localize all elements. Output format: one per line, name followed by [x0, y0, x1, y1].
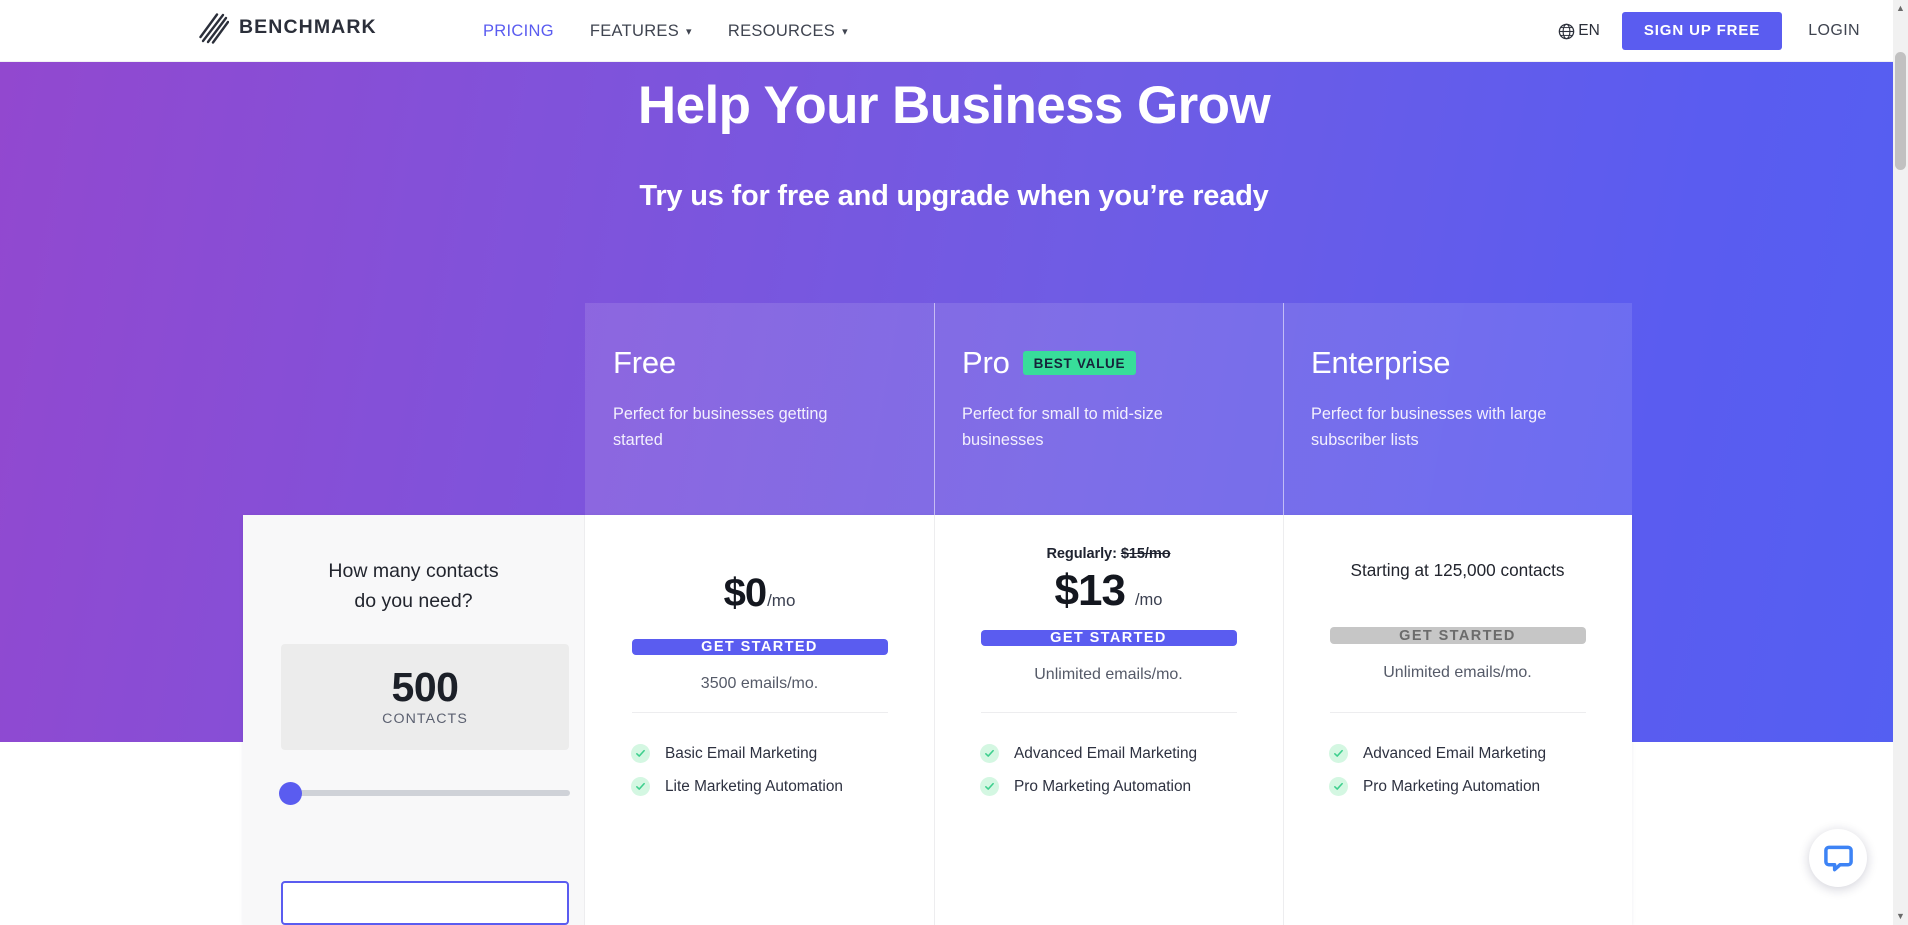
feature-item: Pro Marketing Automation	[980, 770, 1283, 803]
calculator-question-line1: How many contacts	[328, 560, 499, 582]
feature-item: Basic Email Marketing	[631, 737, 934, 770]
plan-header-enterprise: Enterprise Perfect for businesses with l…	[1283, 303, 1632, 515]
contacts-count: 500	[391, 664, 459, 711]
plan-title-pro: Pro	[962, 345, 1010, 380]
live-chat-button[interactable]	[1809, 829, 1867, 887]
chevron-down-icon: ▾	[842, 25, 848, 38]
divider	[631, 712, 888, 713]
plan-title-free: Free	[613, 345, 676, 380]
contacts-slider[interactable]	[279, 782, 570, 806]
check-icon	[1329, 744, 1348, 763]
calculator-question: How many contacts do you need?	[281, 557, 546, 616]
emails-note-enterprise: Unlimited emails/mo.	[1383, 664, 1532, 681]
divider	[980, 712, 1237, 713]
feature-label: Advanced Email Marketing	[1363, 744, 1547, 762]
plan-header-free: Free Perfect for businesses getting star…	[585, 303, 934, 515]
brand-name: BENCHMARK	[239, 16, 377, 39]
contacts-value-box: 500 CONTACTS	[281, 644, 569, 751]
login-link[interactable]: LOGIN	[1808, 22, 1860, 40]
feature-label: Pro Marketing Automation	[1014, 777, 1192, 795]
plan-columns: $0 /mo GET STARTED 3500 emails/mo. Basic…	[585, 515, 1632, 925]
sign-up-free-button[interactable]: SIGN UP FREE	[1621, 12, 1783, 50]
calculator-cta-outline[interactable]	[281, 881, 569, 925]
plan-column-free: $0 /mo GET STARTED 3500 emails/mo. Basic…	[585, 515, 934, 925]
price-zone-free: $0 /mo GET STARTED 3500 emails/mo.	[585, 537, 934, 692]
feature-item: Pro Marketing Automation	[1329, 770, 1632, 803]
price-free: $0 /mo	[724, 571, 796, 616]
get-started-button-enterprise[interactable]: GET STARTED	[1329, 627, 1586, 644]
best-value-badge: BEST VALUE	[1022, 350, 1137, 376]
chevron-down-icon: ▾	[686, 25, 692, 38]
feature-list-free: Basic Email Marketing Lite Marketing Aut…	[585, 737, 934, 803]
emails-note-free: 3500 emails/mo.	[700, 675, 819, 692]
regular-price-label: Regularly:	[1046, 546, 1117, 562]
scroll-down-icon[interactable]: ▼	[1896, 912, 1905, 921]
plan-description-free: Perfect for businesses getting started	[613, 405, 828, 450]
feature-label: Lite Marketing Automation	[665, 777, 843, 795]
header-actions: EN SIGN UP FREE LOGIN	[1558, 0, 1860, 62]
page-root: BENCHMARK PRICING FEATURES ▾ RESOURCES ▾	[0, 0, 1908, 925]
get-started-button-free[interactable]: GET STARTED	[631, 639, 888, 655]
price-zone-enterprise: Starting at 125,000 contacts GET STARTED…	[1283, 537, 1632, 682]
pricing-card: How many contacts do you need? 500 CONTA…	[243, 515, 1632, 925]
regular-price-note-pro: Regularly: $15/mo	[1046, 546, 1170, 562]
get-started-button-pro[interactable]: GET STARTED	[980, 630, 1237, 646]
feature-item: Lite Marketing Automation	[631, 770, 934, 803]
price-period-free: /mo	[767, 591, 796, 610]
page-subtitle: Try us for free and upgrade when you’re …	[639, 180, 1269, 212]
main-nav: PRICING FEATURES ▾ RESOURCES ▾	[483, 0, 848, 62]
check-icon	[1329, 777, 1348, 796]
brand-logo[interactable]: BENCHMARK	[199, 11, 377, 45]
feature-list-pro: Advanced Email Marketing Pro Marketing A…	[934, 737, 1283, 803]
slider-thumb[interactable]	[279, 782, 302, 806]
plan-description-enterprise: Perfect for businesses with large subscr…	[1311, 405, 1547, 450]
divider	[1329, 712, 1586, 713]
feature-item: Advanced Email Marketing	[980, 737, 1283, 770]
plan-headers: Free Perfect for businesses getting star…	[585, 303, 1632, 515]
feature-list-enterprise: Advanced Email Marketing Pro Marketing A…	[1283, 737, 1632, 803]
nav-item-pricing[interactable]: PRICING	[483, 22, 554, 41]
regular-price-struck: $15/mo	[1120, 546, 1171, 562]
contacts-unit-label: CONTACTS	[382, 711, 468, 728]
benchmark-logo-icon	[199, 13, 229, 44]
feature-label: Advanced Email Marketing	[1014, 744, 1198, 762]
nav-label-pricing: PRICING	[483, 21, 554, 40]
chat-bubble-icon	[1823, 845, 1853, 871]
check-icon	[980, 777, 999, 796]
language-selector[interactable]: EN	[1558, 22, 1600, 40]
plan-header-pro: Pro BEST VALUE Perfect for small to mid-…	[934, 303, 1283, 515]
slider-track[interactable]	[281, 790, 570, 797]
check-icon	[631, 744, 650, 763]
price-amount-pro: $13	[1054, 566, 1126, 615]
contacts-calculator: How many contacts do you need? 500 CONTA…	[243, 515, 585, 925]
nav-label-features: FEATURES	[589, 21, 680, 40]
check-icon	[631, 777, 650, 796]
emails-note-pro: Unlimited emails/mo.	[1034, 666, 1183, 683]
scroll-up-icon[interactable]: ▲	[1896, 4, 1905, 13]
price-period-pro: /mo	[1134, 591, 1163, 609]
nav-item-resources[interactable]: RESOURCES ▾	[728, 22, 848, 41]
globe-icon	[1558, 23, 1575, 39]
enterprise-contacts-note: Starting at 125,000 contacts	[1350, 560, 1565, 580]
check-icon	[980, 744, 999, 763]
language-label: EN	[1578, 22, 1600, 39]
feature-item: Advanced Email Marketing	[1329, 737, 1632, 770]
plan-description-pro: Perfect for small to mid-size businesses	[962, 405, 1163, 450]
price-zone-pro: Regularly: $15/mo $13 /mo GET STARTED Un…	[934, 537, 1283, 683]
plan-column-pro: Regularly: $15/mo $13 /mo GET STARTED Un…	[934, 515, 1283, 925]
scrollbar-thumb[interactable]	[1895, 52, 1906, 170]
feature-label: Pro Marketing Automation	[1363, 777, 1541, 795]
page-scrollbar[interactable]: ▲ ▼	[1893, 0, 1908, 925]
plan-title-enterprise: Enterprise	[1311, 345, 1451, 380]
calculator-question-line2: do you need?	[354, 589, 473, 612]
price-pro: $13 /mo	[1055, 566, 1163, 616]
nav-item-features[interactable]: FEATURES ▾	[590, 22, 692, 41]
page-title: Help Your Business Grow	[637, 76, 1271, 135]
plan-column-enterprise: Starting at 125,000 contacts GET STARTED…	[1283, 515, 1632, 925]
nav-label-resources: RESOURCES	[727, 21, 836, 40]
price-amount-free: $0	[723, 571, 767, 615]
site-header: BENCHMARK PRICING FEATURES ▾ RESOURCES ▾	[0, 0, 1908, 62]
feature-label: Basic Email Marketing	[665, 744, 818, 762]
